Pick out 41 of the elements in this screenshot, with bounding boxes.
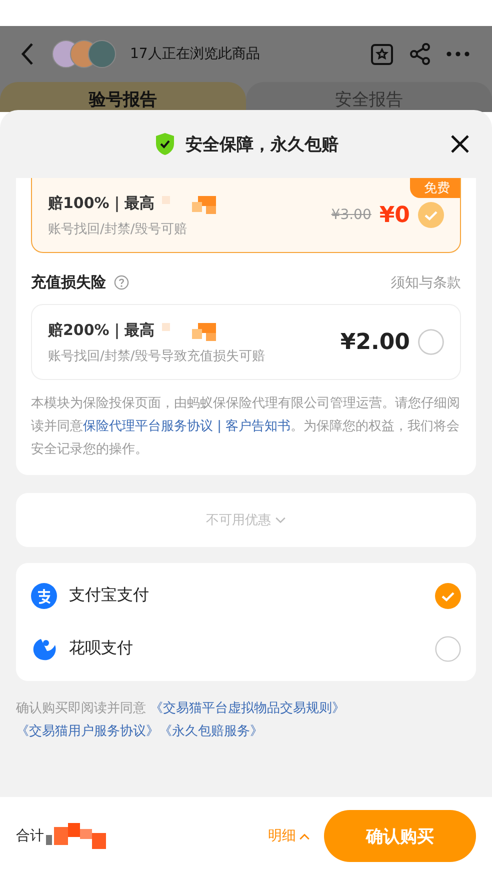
chevron-up-icon [299, 832, 310, 840]
viewers-text: 17人正在浏览此商品 [130, 45, 261, 63]
plan-price: ¥2.00 [340, 330, 410, 354]
report-tab[interactable]: 安全报告 [246, 82, 492, 112]
payment-label: 支付宝支付 [69, 585, 150, 606]
radio-icon[interactable] [435, 582, 461, 608]
back-icon[interactable] [20, 42, 34, 66]
mosaic-mark [46, 823, 106, 849]
terms-link[interactable]: 须知与条款 [391, 274, 461, 292]
radio-icon[interactable] [418, 329, 444, 355]
payment-label: 花呗支付 [69, 638, 134, 659]
plan-description: 账号找回/封禁/毁号可赔 [48, 221, 188, 238]
close-icon[interactable] [450, 134, 470, 154]
star-folder-icon[interactable] [370, 42, 394, 66]
agreement-link[interactable]: 《交易猫用户服务协议》 [16, 724, 159, 739]
agreement-link[interactable]: 保险代理平台服务协议 | 客户告知书 [83, 419, 291, 434]
radio-icon[interactable] [418, 202, 444, 228]
shield-check-icon [154, 132, 176, 156]
original-price: ¥3.00 [331, 207, 372, 223]
total-label: 合计 [16, 827, 44, 845]
section-title: 充值损失险 [31, 273, 106, 292]
agreement-link[interactable]: 《永久包赔服务》 [159, 724, 263, 739]
plan-option[interactable]: 免费 赔100%｜最高 账号找回/封禁/毁号可赔 ¥3.00 ¥0 [31, 178, 461, 253]
avatar [88, 40, 116, 68]
sheet-title: 安全保障，永久包赔 [186, 134, 338, 156]
free-badge: 免费 [410, 178, 460, 198]
plan-title: 赔100%｜最高 [48, 194, 154, 212]
help-icon[interactable] [114, 275, 129, 290]
radio-icon[interactable] [435, 636, 461, 662]
plan-title: 赔200%｜最高 [48, 320, 154, 340]
purchase-agreement: 确认购买即阅读并同意 《交易猫平台虚拟物品交易规则》 《交易猫用户服务协议》《永久包赔服务》 [16, 700, 346, 741]
share-icon[interactable] [408, 42, 432, 66]
plan-option[interactable]: 赔200%｜最高 账号找回/封禁/毁号导致充值损失可赔 ¥2.00 [31, 304, 461, 380]
plan-description: 账号找回/封禁/毁号导致充值损失可赔 [48, 348, 266, 365]
agreement-link[interactable]: 《交易猫平台虚拟物品交易规则》 [150, 701, 346, 716]
more-icon[interactable] [446, 51, 470, 57]
plan-price: ¥0 [379, 202, 410, 228]
report-tab[interactable]: 验号报告 [0, 82, 246, 112]
alipay-icon [31, 582, 57, 608]
insurance-notice: 本模块为保险投保页面，由蚂蚁保保险代理有限公司管理运营。请您仔细阅读并同意保险代理平台服务协议 | 客户告知书。为保障您的权益，我们将会安全记录您的操作。 [31, 395, 461, 459]
chevron-down-icon [275, 516, 286, 524]
